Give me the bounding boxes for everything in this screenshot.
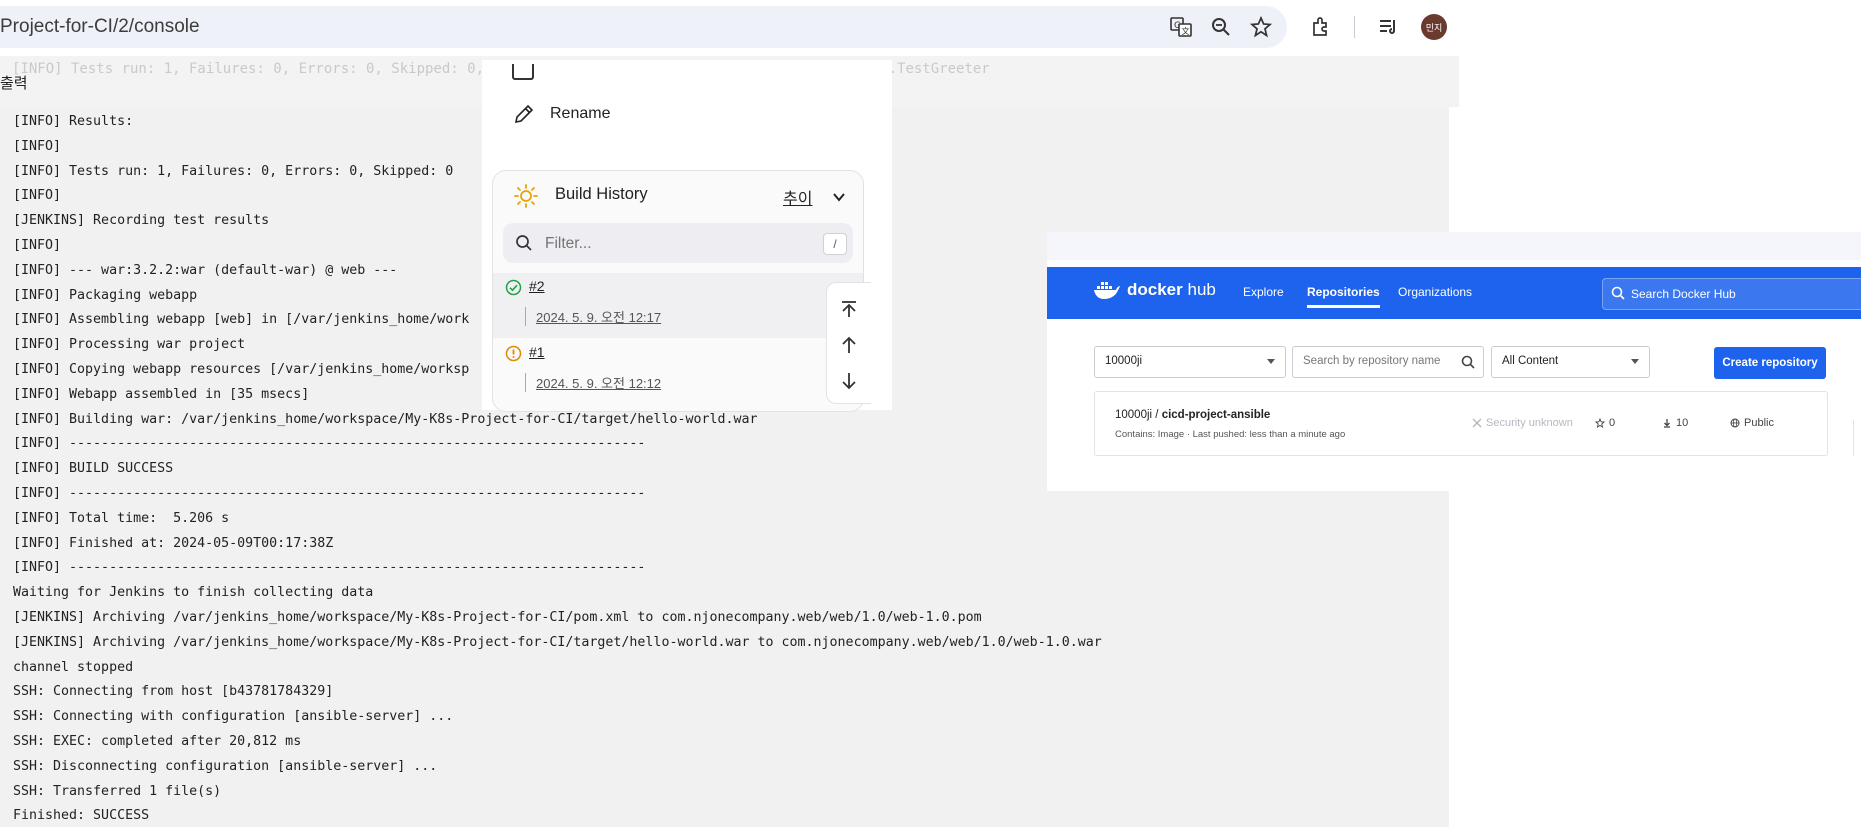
stars-value: 0 (1609, 417, 1616, 429)
jenkins-side-panel: Rename Build History 추이 / #2 2024. 5. 9.… (482, 60, 892, 412)
console-line: SSH: Connecting from host [b43781784329] (13, 684, 334, 700)
filter-input[interactable] (543, 232, 807, 256)
console-line: SSH: Transferred 1 file(s) (13, 783, 222, 799)
repo-owner: 10000ji / (1115, 409, 1159, 421)
caret-down-icon (1267, 359, 1275, 364)
chevron-down-icon[interactable] (831, 189, 847, 205)
toolbar-separator (1354, 16, 1355, 38)
repo-meta: Contains: Image · Last pushed: less than… (1115, 429, 1346, 440)
console-line: SSH: Disconnecting configuration [ansibl… (13, 758, 438, 774)
security-status: Security unknown (1472, 417, 1573, 429)
build-filter[interactable]: / (503, 223, 853, 263)
trend-link[interactable]: 추이 (783, 185, 812, 209)
globe-icon (1730, 418, 1740, 428)
nav-explore[interactable]: Explore (1243, 285, 1284, 299)
build-date[interactable]: 2024. 5. 9. 오전 12:12 (525, 373, 661, 392)
translate-icon[interactable]: G文 (1168, 14, 1194, 40)
scroll-to-top-icon[interactable] (839, 299, 859, 319)
zoom-icon[interactable] (1208, 14, 1234, 40)
shortcut-key-badge: / (823, 233, 847, 255)
build-history-title: Build History (555, 185, 648, 203)
star-count: 0 (1595, 417, 1615, 429)
output-title: 출력 (0, 75, 28, 92)
visibility-text: Public (1744, 417, 1774, 429)
scroll-down-icon[interactable] (839, 371, 859, 391)
rename-label: Rename (550, 105, 611, 122)
scroll-up-icon[interactable] (839, 335, 859, 355)
console-line: SSH: Connecting with configuration [ansi… (13, 709, 454, 725)
security-unknown-icon (1472, 418, 1482, 428)
visibility-status: Public (1730, 417, 1774, 429)
extensions-icon[interactable] (1308, 14, 1334, 40)
reading-list-icon[interactable] (1376, 14, 1402, 40)
docker-hub-logo[interactable]: docker hub (1093, 280, 1216, 300)
browser-toolbar: Project-for-CI/2/console G文 민지 (0, 0, 1459, 55)
repo-full-name[interactable]: 10000ji / cicd-project-ansible (1115, 409, 1270, 421)
console-scroll-controls (826, 282, 871, 404)
brand-sub: hub (1187, 280, 1216, 299)
build-number[interactable]: #1 (529, 344, 545, 360)
console-line: [JENKINS] Archiving /var/jenkins_home/wo… (13, 634, 1102, 650)
security-text: Security unknown (1486, 417, 1573, 429)
sun-weather-icon (514, 184, 538, 208)
console-line: Waiting for Jenkins to finish collecting… (13, 585, 374, 601)
star-icon (1595, 418, 1605, 428)
namespace-select[interactable]: 10000ji (1094, 346, 1286, 378)
console-line: [INFO] BUILD SUCCESS (13, 461, 174, 477)
downloads-value: 10 (1676, 417, 1689, 429)
content-filter-select[interactable]: All Content (1491, 346, 1650, 378)
svg-text:文: 文 (1182, 26, 1190, 36)
unstable-warning-icon (505, 345, 522, 362)
docker-hub-top-strip (1047, 232, 1861, 260)
repo-name: cicd-project-ansible (1161, 409, 1271, 421)
bookmark-star-icon[interactable] (1248, 14, 1274, 40)
create-repository-button[interactable]: Create repository (1714, 347, 1826, 379)
build-number[interactable]: #2 (529, 278, 545, 294)
docker-hub-navbar: docker hub Explore Repositories Organiza… (1047, 267, 1861, 319)
clipped-menu-icon (512, 64, 534, 80)
search-placeholder: Search Docker Hub (1631, 287, 1736, 301)
build-row[interactable]: #2 2024. 5. 9. 오전 12:17 (493, 273, 863, 338)
namespace-value: 10000ji (1105, 355, 1143, 367)
console-line: [INFO] ---------------------------------… (13, 485, 646, 501)
docker-right-divider (1853, 420, 1854, 456)
search-icon (1461, 355, 1475, 369)
avatar[interactable]: 민지 (1421, 14, 1447, 40)
build-row[interactable]: #1 2024. 5. 9. 오전 12:12 (493, 339, 863, 404)
console-line: [JENKINS] Archiving /var/jenkins_home/wo… (13, 609, 982, 625)
success-check-icon (505, 279, 522, 296)
nav-repositories[interactable]: Repositories (1307, 285, 1380, 308)
repo-search-placeholder: Search by repository name (1303, 355, 1441, 367)
address-text[interactable]: Project-for-CI/2/console (0, 16, 200, 38)
caret-down-icon (1631, 359, 1639, 364)
build-history-card: Build History 추이 / #2 2024. 5. 9. 오전 12:… (492, 170, 864, 412)
address-bar[interactable]: Project-for-CI/2/console (0, 6, 1287, 48)
console-line: [INFO] ---------------------------------… (13, 436, 646, 452)
console-line: [INFO] Finished at: 2024-05-09T00:17:38Z (13, 535, 334, 551)
build-date[interactable]: 2024. 5. 9. 오전 12:17 (525, 307, 661, 326)
console-line: SSH: EXEC: completed after 20,812 ms (13, 733, 302, 749)
pencil-icon (514, 104, 534, 124)
repo-search-input[interactable]: Search by repository name (1292, 346, 1484, 378)
brand-main: docker (1127, 280, 1183, 299)
rename-link[interactable]: Rename (512, 102, 610, 126)
search-icon (516, 235, 532, 251)
search-icon (1611, 286, 1625, 300)
download-count: 10 (1662, 417, 1688, 429)
content-filter-value: All Content (1502, 355, 1559, 367)
nav-organizations[interactable]: Organizations (1398, 285, 1472, 299)
console-line: [INFO] ---------------------------------… (13, 560, 646, 576)
console-line: [INFO] Total time: 5.206 s (13, 510, 230, 526)
console-line: Finished: SUCCESS (13, 808, 150, 824)
repository-card[interactable]: 10000ji / cicd-project-ansible Contains:… (1094, 391, 1828, 456)
docker-hub-search[interactable]: Search Docker Hub (1602, 278, 1861, 310)
download-icon (1664, 419, 1670, 428)
docker-whale-icon (1094, 282, 1120, 299)
console-line: channel stopped (13, 659, 134, 675)
